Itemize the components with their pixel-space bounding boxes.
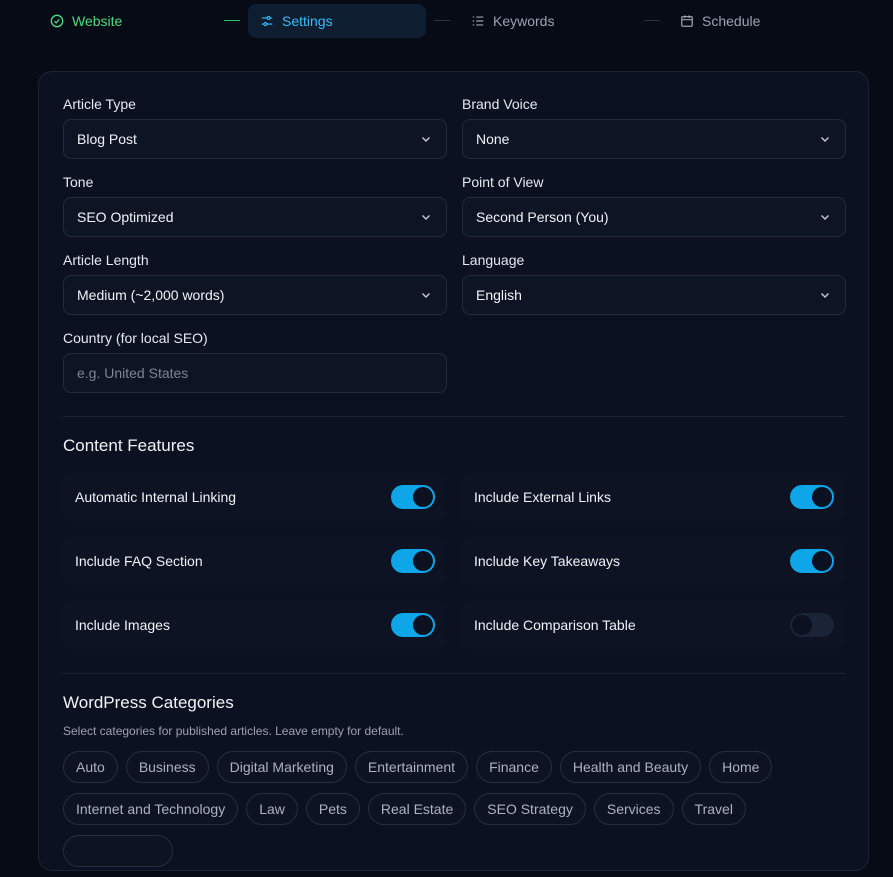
- step-connector: [434, 20, 450, 21]
- feature-images: Include Images: [63, 601, 447, 649]
- country-label: Country (for local SEO): [63, 330, 208, 346]
- chevron-down-icon: [821, 215, 829, 220]
- tone-label: Tone: [63, 174, 94, 190]
- feature-label: Include Key Takeaways: [474, 553, 621, 569]
- feature-label: Include FAQ Section: [75, 553, 203, 569]
- category-chip[interactable]: Finance: [476, 751, 552, 783]
- category-chip-partial[interactable]: [63, 835, 173, 867]
- feature-faq-section: Include FAQ Section: [63, 537, 447, 585]
- category-chip[interactable]: Real Estate: [367, 793, 467, 825]
- language-value: English: [476, 287, 522, 303]
- category-chip[interactable]: Law: [246, 793, 298, 825]
- article-type-value: Blog Post: [77, 131, 137, 147]
- feature-external-links: Include External Links: [462, 473, 846, 521]
- step-schedule-label: Schedule: [702, 13, 761, 29]
- brand-voice-select[interactable]: None: [462, 119, 846, 159]
- feature-comparison-table: Include Comparison Table: [462, 601, 846, 649]
- tone-value: SEO Optimized: [77, 209, 174, 225]
- internal-linking-toggle[interactable]: [391, 485, 435, 509]
- chevron-down-icon: [422, 215, 430, 220]
- check-circle-icon: [50, 14, 64, 28]
- language-label: Language: [462, 252, 525, 268]
- section-divider: [63, 416, 845, 417]
- external-links-toggle[interactable]: [790, 485, 834, 509]
- category-chip[interactable]: Pets: [305, 793, 360, 825]
- step-connector: [224, 20, 240, 21]
- category-chip[interactable]: Entertainment: [354, 751, 469, 783]
- feature-label: Include Images: [75, 617, 170, 633]
- content-features-title: Content Features: [63, 436, 195, 455]
- step-website-label: Website: [72, 13, 123, 29]
- article-length-label: Article Length: [63, 252, 149, 268]
- section-divider: [63, 673, 845, 674]
- step-schedule[interactable]: Schedule: [680, 4, 760, 38]
- feature-key-takeaways: Include Key Takeaways: [462, 537, 846, 585]
- point-of-view-select[interactable]: Second Person (You): [462, 197, 846, 237]
- tone-select[interactable]: SEO Optimized: [63, 197, 447, 237]
- point-of-view-label: Point of View: [462, 174, 544, 190]
- feature-label: Include External Links: [474, 489, 611, 505]
- category-chip[interactable]: Services: [593, 793, 674, 825]
- category-chip[interactable]: SEO Strategy: [474, 793, 586, 825]
- images-toggle[interactable]: [391, 613, 435, 637]
- step-keywords-label: Keywords: [493, 13, 555, 29]
- chevron-down-icon: [422, 293, 430, 298]
- categories-description: Select categories for published articles…: [63, 724, 404, 738]
- feature-internal-linking: Automatic Internal Linking: [63, 473, 447, 521]
- category-chip[interactable]: Auto: [63, 751, 118, 783]
- step-settings-label: Settings: [282, 13, 333, 29]
- calendar-icon: [681, 15, 693, 27]
- brand-voice-value: None: [476, 131, 510, 147]
- settings-card: Article Type Blog Post Brand Voice None …: [38, 71, 869, 871]
- step-settings[interactable]: Settings: [248, 4, 426, 38]
- article-type-label: Article Type: [63, 96, 136, 112]
- chevron-down-icon: [821, 293, 829, 298]
- faq-section-toggle[interactable]: [391, 549, 435, 573]
- wordpress-categories-title: WordPress Categories: [63, 693, 234, 712]
- article-length-value: Medium (~2,000 words): [77, 287, 225, 303]
- key-takeaways-toggle[interactable]: [790, 549, 834, 573]
- chevron-down-icon: [422, 137, 430, 142]
- step-website[interactable]: Website: [50, 4, 122, 38]
- point-of-view-value: Second Person (You): [476, 209, 609, 225]
- stepper: Website Settings Keywords Schedule: [0, 0, 893, 42]
- brand-voice-label: Brand Voice: [462, 96, 538, 112]
- country-input[interactable]: [63, 353, 447, 393]
- category-chip[interactable]: Health and Beauty: [559, 751, 702, 783]
- language-select[interactable]: English: [462, 275, 846, 315]
- feature-label: Automatic Internal Linking: [75, 489, 237, 505]
- category-chip[interactable]: Internet and Technology: [63, 793, 239, 825]
- category-chip[interactable]: Business: [125, 751, 209, 783]
- step-connector: [644, 20, 660, 21]
- category-chip-list: Auto Business Digital Marketing Entertai…: [63, 751, 853, 877]
- list-icon: [472, 16, 484, 26]
- category-chip[interactable]: Digital Marketing: [216, 751, 347, 783]
- comparison-table-toggle[interactable]: [790, 613, 834, 637]
- sliders-icon: [261, 15, 273, 27]
- article-type-select[interactable]: Blog Post: [63, 119, 447, 159]
- category-chip[interactable]: Travel: [681, 793, 746, 825]
- chevron-down-icon: [821, 137, 829, 142]
- article-length-select[interactable]: Medium (~2,000 words): [63, 275, 447, 315]
- feature-label: Include Comparison Table: [474, 617, 636, 633]
- category-chip[interactable]: Home: [709, 751, 773, 783]
- step-keywords[interactable]: Keywords: [471, 4, 554, 38]
